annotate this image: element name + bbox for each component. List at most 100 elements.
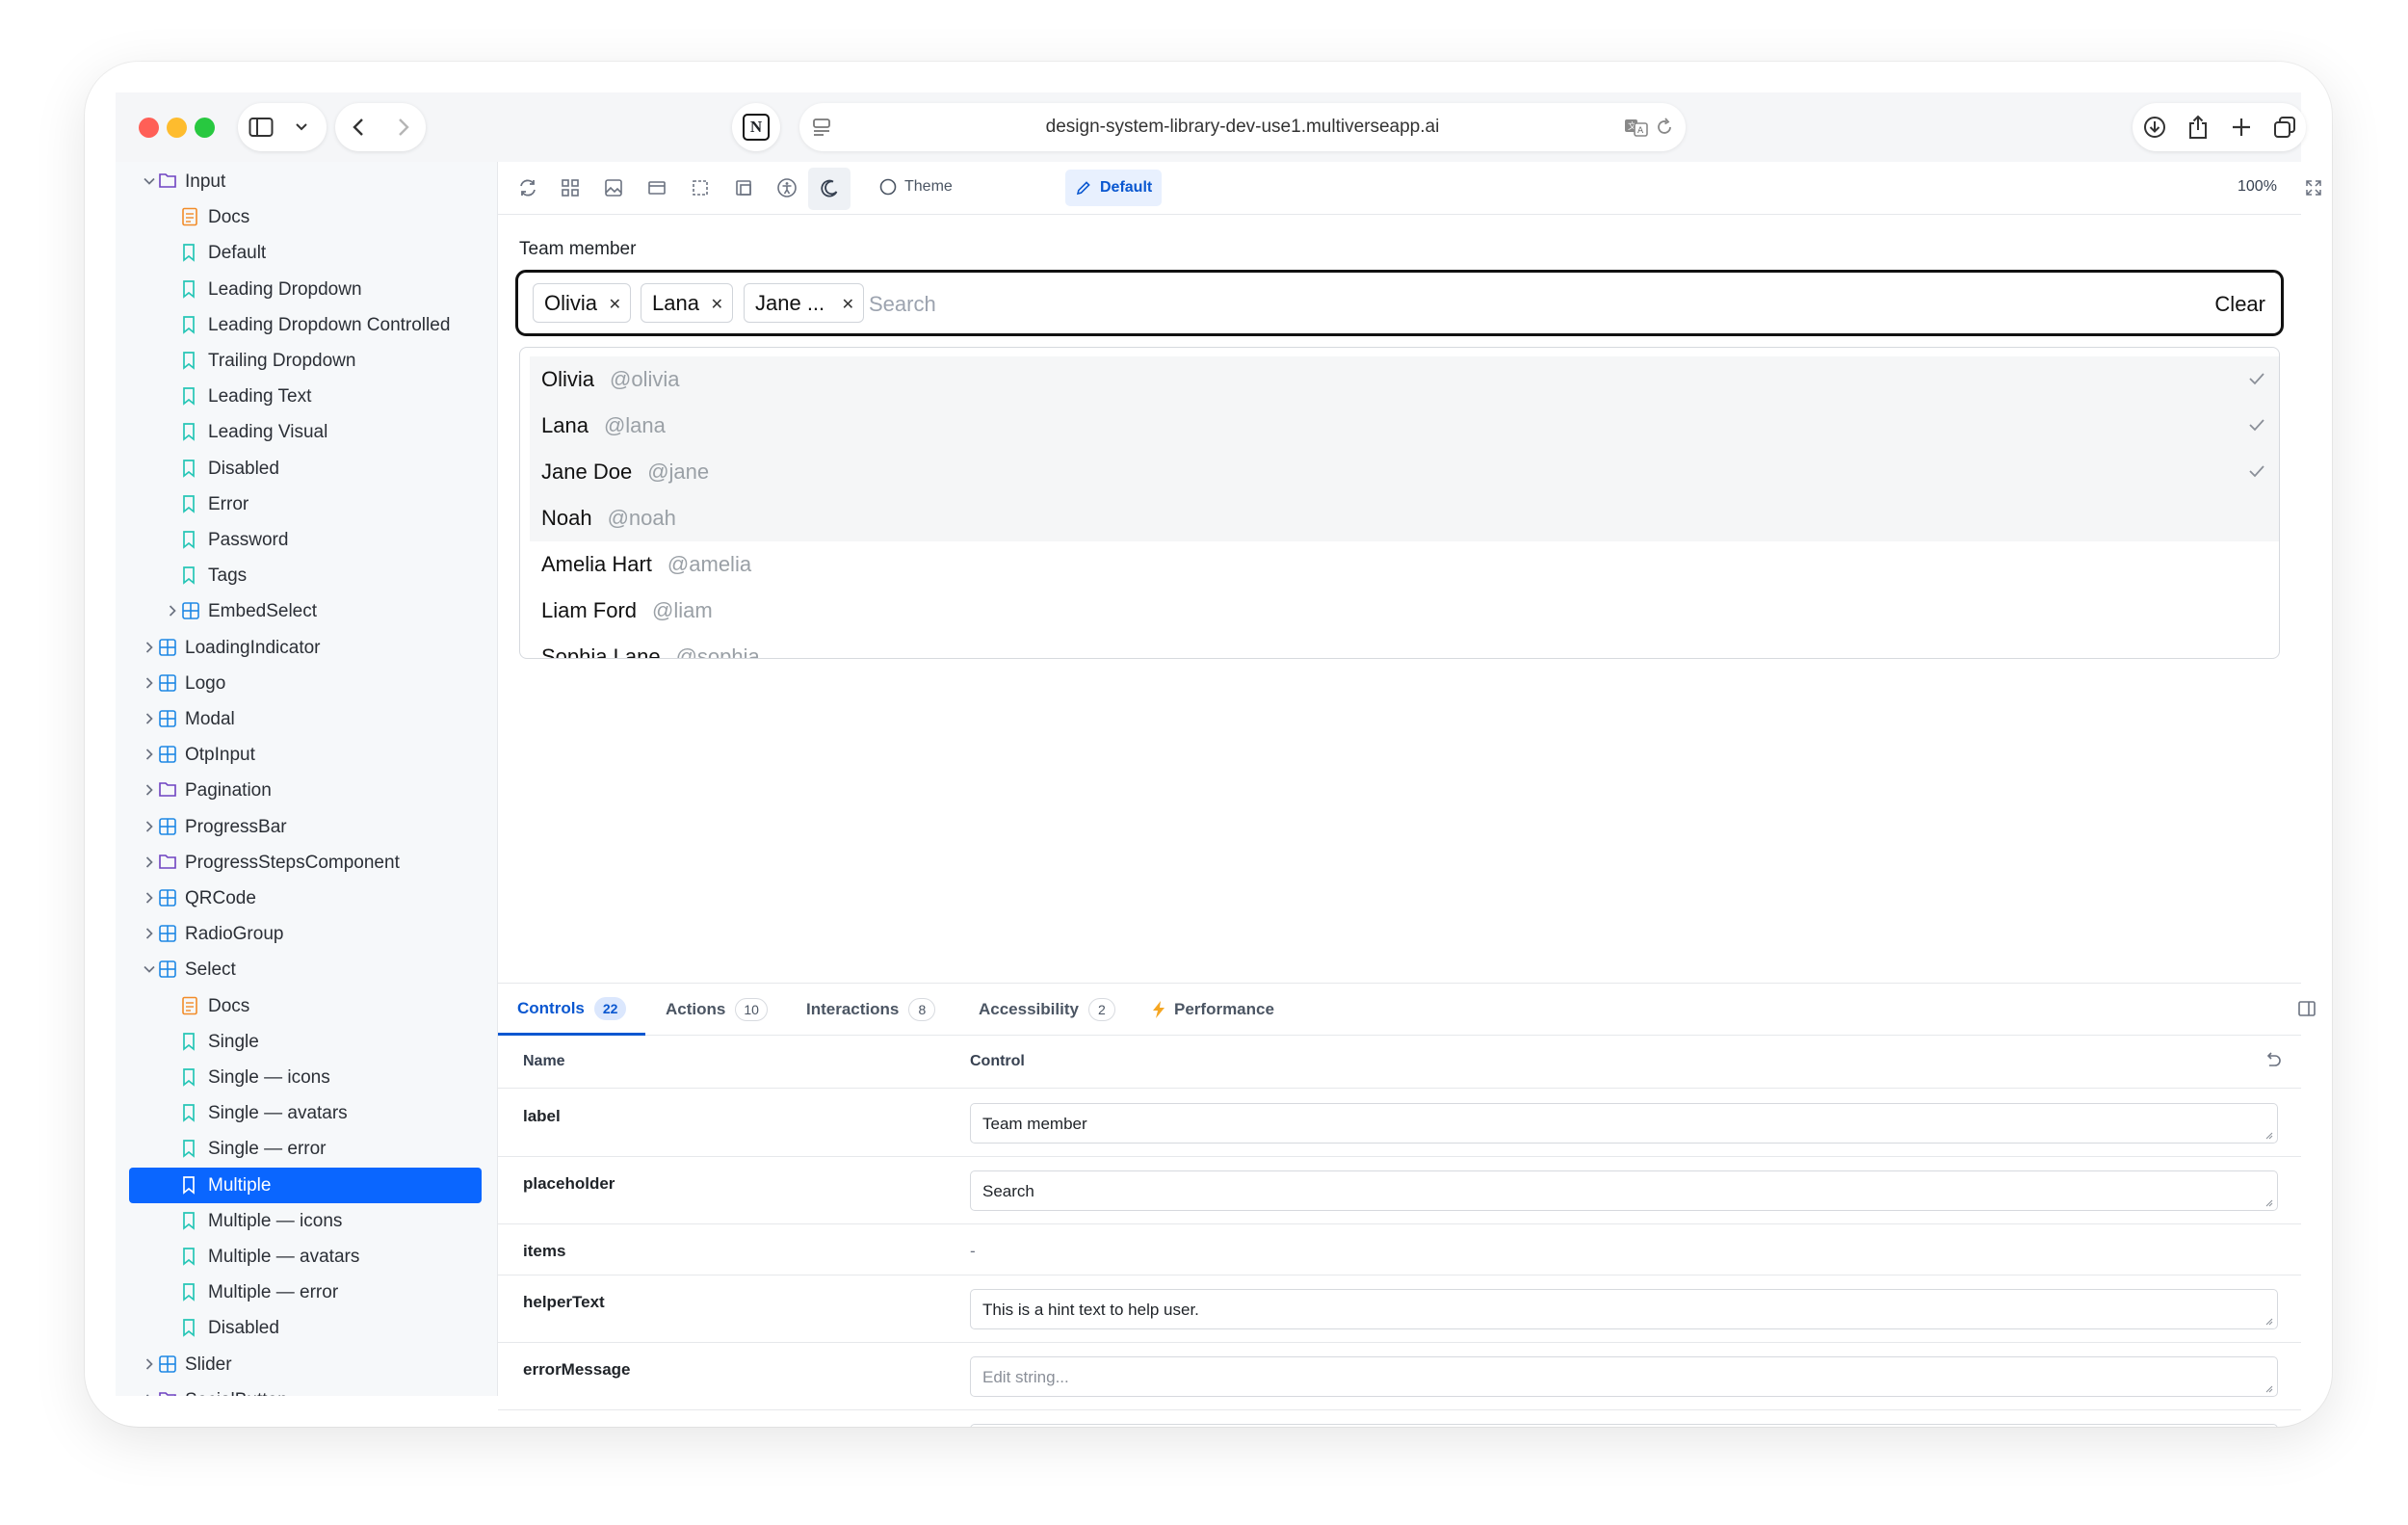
sidebar-item-otpinput[interactable]: OtpInput bbox=[116, 737, 482, 773]
notion-extension-icon[interactable]: N bbox=[732, 103, 780, 151]
chevron-right-icon[interactable] bbox=[141, 854, 158, 871]
remove-chip-icon[interactable]: ✕ bbox=[842, 295, 854, 314]
new-tab-icon[interactable] bbox=[2219, 104, 2263, 150]
chevron-right-icon[interactable] bbox=[141, 746, 158, 763]
option-liam-ford[interactable]: Liam Ford @liam bbox=[530, 588, 2279, 634]
accessibility-icon[interactable] bbox=[774, 175, 799, 200]
tab-accessibility[interactable]: Accessibility 2 bbox=[979, 984, 1115, 1036]
sidebar-item-progressstepscomponent[interactable]: ProgressStepsComponent bbox=[116, 845, 482, 881]
chevron-right-icon[interactable] bbox=[164, 602, 181, 619]
chevron-right-icon[interactable] bbox=[141, 710, 158, 727]
grid-icon[interactable] bbox=[558, 175, 583, 200]
tab-interactions[interactable]: Interactions 8 bbox=[806, 984, 936, 1036]
download-icon[interactable] bbox=[2133, 104, 2176, 150]
background-image-icon[interactable] bbox=[601, 175, 626, 200]
maximize-window-button[interactable] bbox=[195, 118, 215, 138]
sidebar-item-error[interactable]: Error bbox=[116, 486, 482, 522]
remount-icon[interactable] bbox=[515, 175, 540, 200]
sidebar-item-modal[interactable]: Modal bbox=[116, 701, 482, 737]
sidebar-item-multiple[interactable]: Multiple bbox=[129, 1167, 482, 1203]
share-icon[interactable] bbox=[2176, 104, 2219, 150]
sidebar-item-pagination[interactable]: Pagination bbox=[116, 773, 482, 808]
chevron-right-icon[interactable] bbox=[141, 925, 158, 942]
chip-olivia[interactable]: Olivia ✕ bbox=[533, 283, 631, 323]
default-theme-button[interactable]: Default bbox=[1065, 170, 1163, 206]
remove-chip-icon[interactable]: ✕ bbox=[609, 295, 621, 314]
viewport-icon[interactable] bbox=[644, 175, 669, 200]
tab-actions[interactable]: Actions 10 bbox=[666, 984, 768, 1036]
sidebar-item-qrcode[interactable]: QRCode bbox=[116, 881, 482, 916]
close-window-button[interactable] bbox=[139, 118, 159, 138]
sidebar-item-multiple-avatars[interactable]: Multiple — avatars bbox=[116, 1239, 482, 1275]
label-field[interactable]: Team member bbox=[970, 1103, 2278, 1144]
chevron-right-icon[interactable] bbox=[141, 639, 158, 656]
sidebar-item-leading-visual[interactable]: Leading Visual bbox=[116, 414, 482, 450]
chevron-right-icon[interactable] bbox=[141, 818, 158, 835]
measure-icon[interactable] bbox=[731, 175, 756, 200]
address-bar[interactable]: design-system-library-dev-use1.multivers… bbox=[799, 103, 1686, 151]
remove-chip-icon[interactable]: ✕ bbox=[711, 295, 723, 314]
sidebar-item-progressbar[interactable]: ProgressBar bbox=[116, 809, 482, 845]
chevron-right-icon[interactable] bbox=[141, 889, 158, 907]
chevron-down-icon[interactable] bbox=[284, 104, 319, 150]
id-field[interactable]: Edit string... bbox=[970, 1424, 2278, 1427]
sidebar-item-tags[interactable]: Tags bbox=[116, 558, 482, 593]
sidebar-item-docs[interactable]: Docs bbox=[116, 199, 482, 235]
sidebar-item-docs[interactable]: Docs bbox=[116, 988, 482, 1024]
sidebar-toggle-icon[interactable] bbox=[238, 104, 284, 150]
chip-jane[interactable]: Jane ... ✕ bbox=[744, 283, 864, 323]
sidebar-item-socialbutton[interactable]: SocialButton bbox=[116, 1382, 482, 1396]
sidebar-item-leading-dropdown-controlled[interactable]: Leading Dropdown Controlled bbox=[116, 307, 482, 343]
sidebar-item-single[interactable]: Single bbox=[116, 1024, 482, 1060]
sidebar-item-loadingindicator[interactable]: LoadingIndicator bbox=[116, 630, 482, 666]
tab-controls[interactable]: Controls 22 bbox=[498, 984, 646, 1036]
sidebar-item-leading-dropdown[interactable]: Leading Dropdown bbox=[116, 272, 482, 307]
forward-icon[interactable] bbox=[380, 104, 426, 150]
sidebar-item-disabled[interactable]: Disabled bbox=[116, 451, 482, 486]
chevron-down-icon[interactable] bbox=[141, 172, 158, 190]
sidebar-item-single-icons[interactable]: Single — icons bbox=[116, 1060, 482, 1095]
multi-select-input[interactable]: Olivia ✕ Lana ✕ Jane ... ✕ Search Clear bbox=[515, 270, 2284, 336]
sidebar-item-embedselect[interactable]: EmbedSelect bbox=[116, 593, 482, 629]
minimize-window-button[interactable] bbox=[167, 118, 187, 138]
sidebar-item-disabled[interactable]: Disabled bbox=[116, 1310, 482, 1346]
sidebar-item-single-avatars[interactable]: Single — avatars bbox=[116, 1095, 482, 1131]
zoom-level[interactable]: 100% bbox=[2238, 178, 2277, 196]
back-icon[interactable] bbox=[335, 104, 380, 150]
option-jane-doe[interactable]: Jane Doe @jane bbox=[530, 449, 2279, 495]
reset-icon[interactable] bbox=[2263, 1052, 2282, 1069]
option-olivia[interactable]: Olivia @olivia bbox=[530, 356, 2279, 403]
helpertext-field[interactable]: This is a hint text to help user. bbox=[970, 1289, 2278, 1329]
outline-icon[interactable] bbox=[688, 175, 713, 200]
chip-lana[interactable]: Lana ✕ bbox=[641, 283, 733, 323]
chevron-right-icon[interactable] bbox=[141, 781, 158, 799]
panel-orientation-icon[interactable] bbox=[2297, 999, 2318, 1020]
option-amelia-hart[interactable]: Amelia Hart @amelia bbox=[530, 541, 2279, 588]
sidebar-item-input[interactable]: Input bbox=[116, 164, 482, 199]
chevron-right-icon[interactable] bbox=[141, 1355, 158, 1373]
sidebar-item-logo[interactable]: Logo bbox=[116, 666, 482, 701]
option-noah[interactable]: Noah @noah bbox=[530, 495, 2279, 541]
sidebar-item-leading-text[interactable]: Leading Text bbox=[116, 379, 482, 414]
sidebar-item-password[interactable]: Password bbox=[116, 522, 482, 558]
option-sophia-lane[interactable]: Sophia Lane @sophia bbox=[530, 634, 2279, 658]
sidebar-item-single-error[interactable]: Single — error bbox=[116, 1131, 482, 1167]
errormessage-field[interactable]: Edit string... bbox=[970, 1356, 2278, 1397]
chevron-down-icon[interactable] bbox=[141, 960, 158, 978]
sidebar-item-select[interactable]: Select bbox=[116, 952, 482, 987]
sidebar-item-multiple-error[interactable]: Multiple — error bbox=[116, 1275, 482, 1310]
search-placeholder[interactable]: Search bbox=[869, 292, 936, 317]
dark-mode-icon[interactable] bbox=[808, 168, 851, 210]
placeholder-field[interactable]: Search bbox=[970, 1170, 2278, 1211]
tab-performance[interactable]: Performance bbox=[1151, 984, 1274, 1036]
translate-icon[interactable]: 文A bbox=[1624, 117, 1649, 138]
sidebar-item-multiple-icons[interactable]: Multiple — icons bbox=[116, 1203, 482, 1239]
sidebar-item-slider[interactable]: Slider bbox=[116, 1347, 482, 1382]
clear-button[interactable]: Clear bbox=[2214, 292, 2265, 317]
theme-toggle[interactable]: Theme bbox=[879, 178, 953, 196]
chevron-right-icon[interactable] bbox=[141, 1391, 158, 1396]
reload-icon[interactable] bbox=[1655, 117, 1674, 138]
sidebar-item-radiogroup[interactable]: RadioGroup bbox=[116, 916, 482, 952]
option-lana[interactable]: Lana @lana bbox=[530, 403, 2279, 449]
fullscreen-icon[interactable] bbox=[2301, 175, 2326, 200]
